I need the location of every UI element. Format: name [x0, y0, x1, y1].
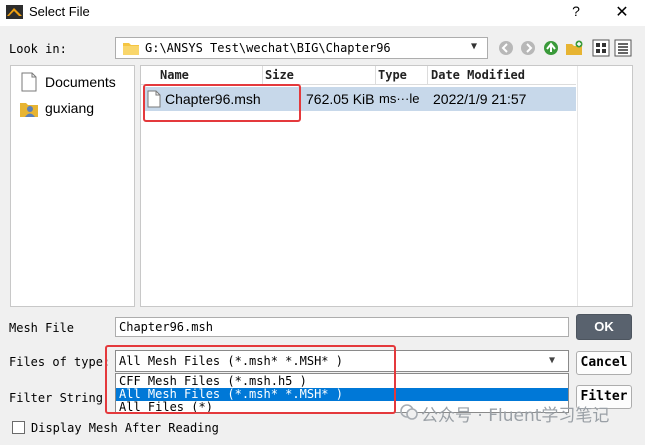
document-icon: [21, 72, 37, 92]
list-header: Name Size Type Date Modified: [141, 66, 576, 85]
column-header-name[interactable]: Name: [160, 68, 189, 82]
window-title: Select File: [29, 4, 90, 19]
icon-view-icon[interactable]: [592, 39, 610, 57]
mesh-file-label: Mesh File: [9, 321, 75, 335]
wechat-icon: [399, 402, 419, 422]
look-in-label: Look in:: [9, 42, 67, 56]
chevron-down-icon: ▼: [549, 355, 556, 366]
file-size: 762.05 KiB: [306, 91, 375, 107]
sidebar-item-label: Documents: [45, 74, 116, 90]
places-sidebar: Documents guxiang: [10, 65, 135, 307]
highlight-box-file: [143, 84, 301, 122]
list-column-edge: [577, 66, 578, 306]
column-header-type[interactable]: Type: [378, 68, 407, 82]
detail-view-icon[interactable]: [614, 39, 632, 57]
column-divider[interactable]: [375, 66, 376, 85]
cancel-button[interactable]: Cancel: [576, 351, 632, 375]
help-button[interactable]: ?: [568, 3, 584, 21]
display-mesh-label[interactable]: Display Mesh After Reading: [31, 421, 219, 435]
folder-icon: [123, 41, 139, 55]
files-of-type-label: Files of type:: [9, 355, 111, 369]
watermark-text: 公众号 · Fluent学习笔记: [421, 406, 610, 426]
parent-directory-icon[interactable]: [542, 39, 560, 57]
look-in-combobox[interactable]: G:\ANSYS Test\wechat\BIG\Chapter96 ▼: [115, 37, 488, 59]
filter-string-label: Filter String: [9, 391, 103, 405]
column-divider[interactable]: [427, 66, 428, 85]
close-button[interactable]: ✕: [612, 2, 632, 22]
user-icon: [19, 98, 39, 118]
mesh-file-input[interactable]: Chapter96.msh: [115, 317, 569, 337]
new-folder-icon[interactable]: [565, 39, 583, 57]
sidebar-item-label: guxiang: [45, 100, 95, 116]
display-mesh-checkbox[interactable]: [12, 421, 25, 434]
sidebar-item-documents[interactable]: Documents: [17, 72, 132, 92]
file-type: ms···le: [379, 91, 420, 106]
look-in-path: G:\ANSYS Test\wechat\BIG\Chapter96: [145, 41, 391, 55]
column-divider[interactable]: [262, 66, 263, 85]
chevron-down-icon: ▼: [471, 41, 478, 52]
back-icon[interactable]: [497, 39, 515, 57]
title-bar: Select File ? ✕: [0, 0, 645, 26]
app-icon: [6, 5, 23, 19]
ok-button[interactable]: OK: [576, 314, 632, 340]
forward-icon[interactable]: [519, 39, 537, 57]
highlight-box-file-type: [105, 345, 396, 414]
file-date: 2022/1/9 21:57: [433, 91, 527, 107]
column-header-size[interactable]: Size: [265, 68, 294, 82]
sidebar-item-guxiang[interactable]: guxiang: [17, 98, 132, 118]
watermark: 公众号 · Fluent学习笔记: [399, 400, 639, 426]
column-header-date-modified[interactable]: Date Modified: [431, 68, 525, 82]
